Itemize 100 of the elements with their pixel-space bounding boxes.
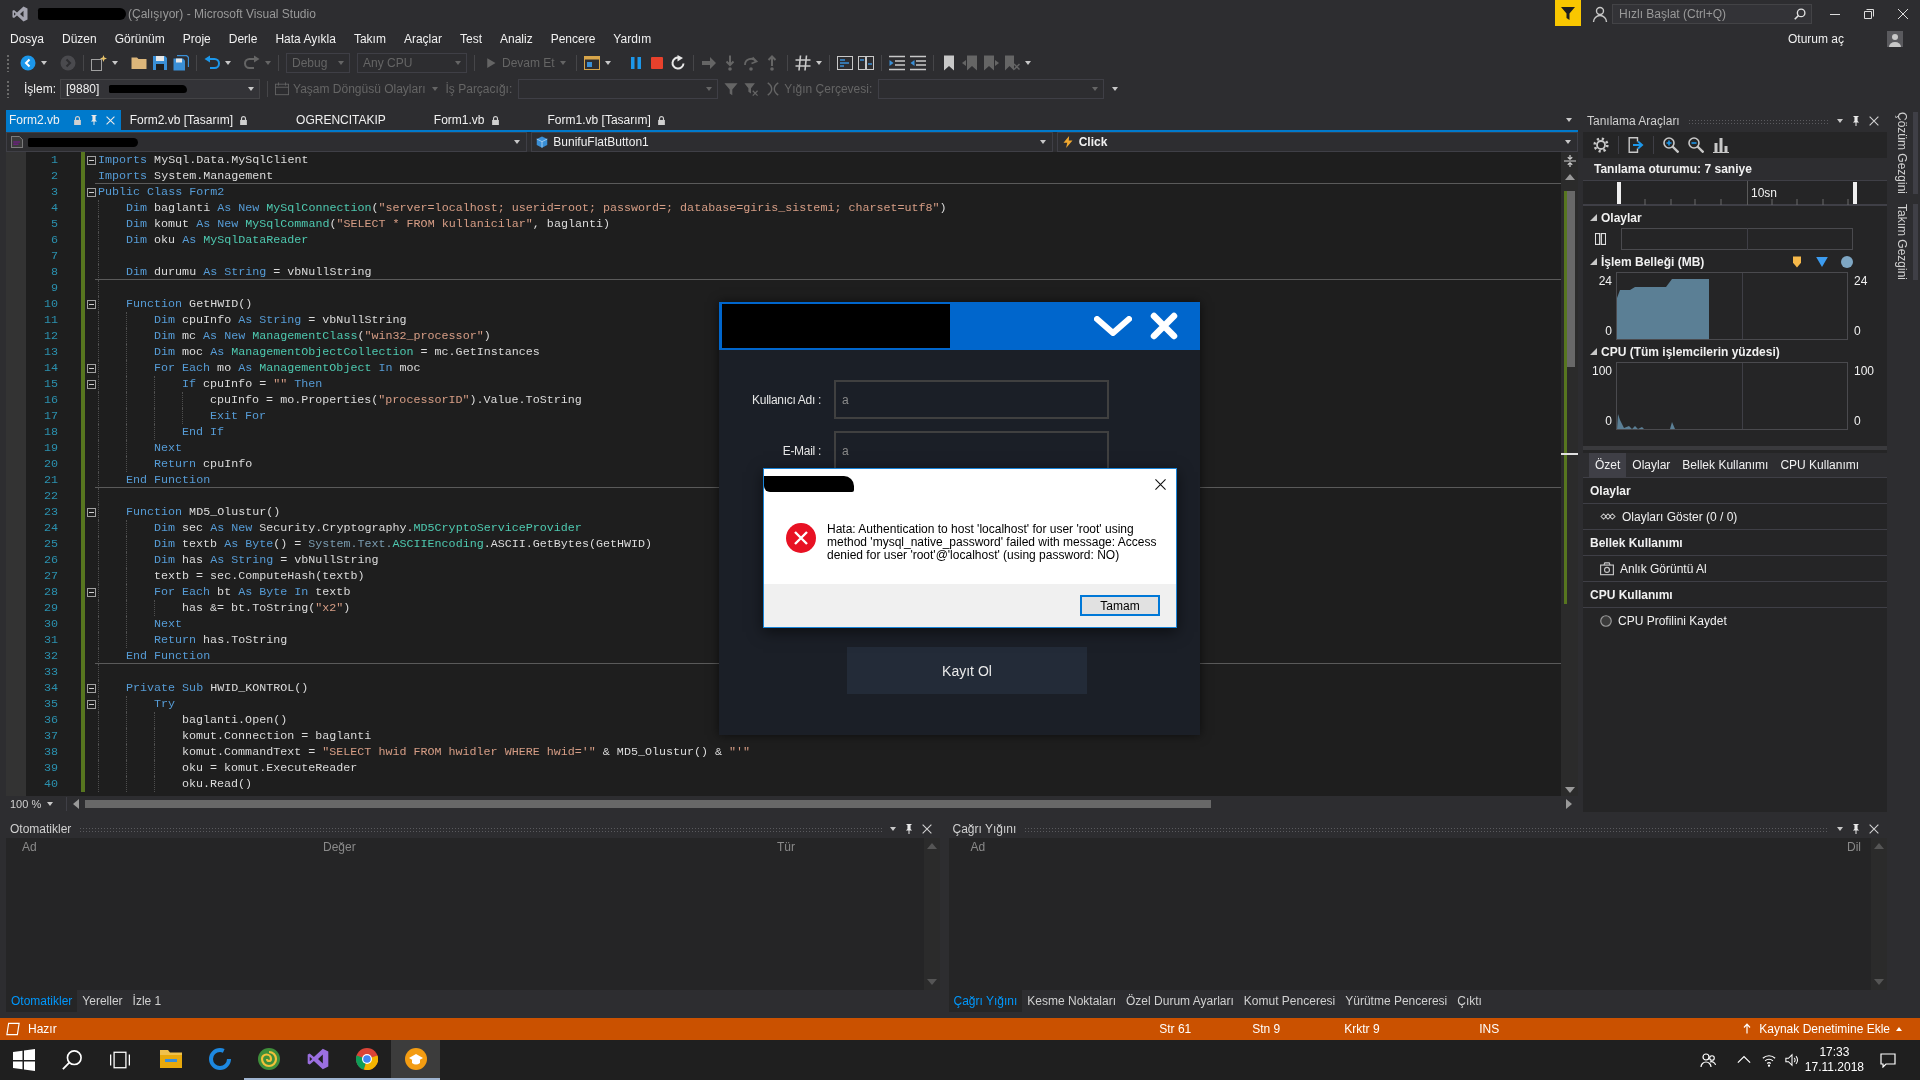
person-icon[interactable] <box>1592 6 1608 22</box>
stop-icon[interactable] <box>648 55 665 71</box>
notification-icon[interactable] <box>1880 1052 1896 1068</box>
pin-icon[interactable] <box>903 824 914 834</box>
column-header[interactable]: Değer <box>323 840 356 854</box>
process-dropdown[interactable]: [9880] <box>60 79 260 99</box>
sign-in-link[interactable]: Oturum aç <box>1779 30 1853 48</box>
zoom-dropdown[interactable]: 100 % <box>6 797 67 811</box>
new-item-icon[interactable] <box>91 55 107 71</box>
toolbar-grip[interactable] <box>6 54 10 72</box>
caret-icon[interactable] <box>112 61 118 65</box>
wifi-icon[interactable] <box>1761 1053 1776 1067</box>
arrow-right-icon[interactable] <box>1566 799 1572 809</box>
clock-time[interactable]: 17:33 <box>1819 1045 1850 1060</box>
caret-icon[interactable] <box>41 61 47 65</box>
outdent-icon[interactable] <box>909 55 926 71</box>
panel-icon[interactable] <box>836 55 853 71</box>
document-tab[interactable]: Form2.vb [Tasarım] <box>123 110 291 130</box>
side-tab[interactable]: Çözüm Gezgini <box>1890 112 1918 195</box>
menu-item[interactable]: Araçlar <box>394 30 451 48</box>
close-icon[interactable] <box>1155 479 1166 490</box>
member-dropdown[interactable]: BunifuFlatButton1 <box>531 132 1053 152</box>
scrollbar-thumb[interactable] <box>85 800 1211 808</box>
menu-item[interactable]: Pencere <box>541 30 605 48</box>
caret-icon[interactable] <box>1837 827 1843 831</box>
speaker-icon[interactable] <box>1784 1053 1799 1067</box>
save-all-icon[interactable] <box>173 55 189 71</box>
panel-tab[interactable]: Çağrı Yığını <box>948 990 1023 1012</box>
funnel-icon[interactable] <box>1555 0 1581 26</box>
panel-tab[interactable]: Kesme Noktaları <box>1022 990 1122 1012</box>
toolbar-grip[interactable] <box>6 80 10 98</box>
menu-item[interactable]: Düzen <box>53 30 106 48</box>
save-icon[interactable] <box>152 55 168 71</box>
column-header[interactable]: Tür <box>777 840 795 854</box>
collapse-icon[interactable] <box>87 155 96 165</box>
side-tab[interactable]: Takım Gezgini <box>1890 204 1918 281</box>
collapse-icon[interactable] <box>87 363 96 373</box>
arrow-up-icon[interactable] <box>1564 174 1575 180</box>
panel-tab[interactable]: Otomatikler <box>6 990 78 1012</box>
timeline-ruler[interactable] <box>1583 181 1887 205</box>
panel-tab[interactable]: Yereller <box>77 990 128 1012</box>
scrollbar-thumb[interactable] <box>1567 191 1575 367</box>
menu-item[interactable]: Proje <box>173 30 220 48</box>
panel-tab[interactable]: Çıktı <box>1452 990 1487 1012</box>
taskbar-app[interactable] <box>391 1040 440 1080</box>
caret-icon[interactable] <box>225 61 231 65</box>
panel-tab[interactable]: Bellek Kullanımı <box>1676 453 1775 477</box>
avatar-icon[interactable] <box>1887 31 1903 47</box>
collapse-icon[interactable] <box>87 683 96 693</box>
quick-launch-field[interactable]: Hızlı Başlat (Ctrl+Q) <box>1612 4 1812 24</box>
folder-icon[interactable] <box>131 55 147 71</box>
export-icon[interactable] <box>1628 137 1644 153</box>
app-window-icon[interactable] <box>583 55 600 71</box>
ok-button[interactable]: Tamam <box>1080 595 1160 616</box>
zoom-in-icon[interactable] <box>1663 137 1679 153</box>
menu-item[interactable]: Derle <box>219 30 267 48</box>
pin-icon[interactable] <box>1851 824 1861 834</box>
panel-tab[interactable]: Yürütme Penceresi <box>1340 990 1453 1012</box>
bar-chart-icon[interactable] <box>1713 137 1729 153</box>
panel-tab[interactable]: Özet <box>1589 453 1627 477</box>
split-panel-icon[interactable] <box>857 55 874 71</box>
collapse-icon[interactable] <box>87 587 96 597</box>
restart-icon[interactable] <box>669 55 686 71</box>
collapse-triangle-icon[interactable] <box>1590 348 1597 355</box>
caret-icon[interactable] <box>889 827 896 831</box>
collapse-icon[interactable] <box>87 699 96 709</box>
panel-tab[interactable]: CPU Kullanımı <box>1774 453 1866 477</box>
caret-icon[interactable] <box>1566 118 1572 122</box>
search-icon[interactable] <box>1794 8 1806 20</box>
settings-icon[interactable] <box>1593 137 1609 153</box>
document-tab[interactable]: OGRENCITAKIP <box>290 110 428 130</box>
action-link[interactable]: Anlık Görüntü Al <box>1620 561 1707 576</box>
undo-icon[interactable] <box>204 55 220 71</box>
collapse-triangle-icon[interactable] <box>1590 258 1597 265</box>
document-tab[interactable]: Form1.vb <box>427 110 542 130</box>
menu-item[interactable]: Görünüm <box>105 30 174 48</box>
caret-icon[interactable] <box>1024 61 1031 65</box>
indent-icon[interactable] <box>888 55 905 71</box>
caret-icon[interactable] <box>1112 87 1119 91</box>
hash-icon[interactable] <box>794 55 811 71</box>
arrow-left-icon[interactable] <box>73 799 79 809</box>
arrow-down-icon[interactable] <box>1564 787 1575 793</box>
action-link[interactable]: CPU Profilini Kaydet <box>1618 613 1727 628</box>
source-control-button[interactable]: Kaynak Denetimine Ekle <box>1741 1018 1920 1040</box>
collapse-triangle-icon[interactable] <box>1590 214 1597 221</box>
menu-item[interactable]: Hata Ayıkla <box>266 30 345 48</box>
split-icon[interactable] <box>1563 155 1576 167</box>
pin-icon[interactable] <box>1851 116 1861 126</box>
panel-tab[interactable]: İzle 1 <box>127 990 167 1012</box>
collapse-icon[interactable] <box>87 507 96 517</box>
menu-item[interactable]: Analiz <box>490 30 542 48</box>
caret-icon[interactable] <box>604 61 611 65</box>
event-dropdown[interactable]: Click <box>1056 132 1578 152</box>
chevron-down-icon[interactable] <box>1094 316 1132 336</box>
menu-item[interactable]: Dosya <box>1 30 53 48</box>
back-icon[interactable] <box>20 55 36 71</box>
register-button[interactable]: Kayıt Ol <box>847 647 1087 694</box>
clock-date[interactable]: 17.11.2018 <box>1804 1060 1864 1075</box>
collapse-icon[interactable] <box>87 187 96 197</box>
menu-item[interactable]: Takım <box>344 30 395 48</box>
